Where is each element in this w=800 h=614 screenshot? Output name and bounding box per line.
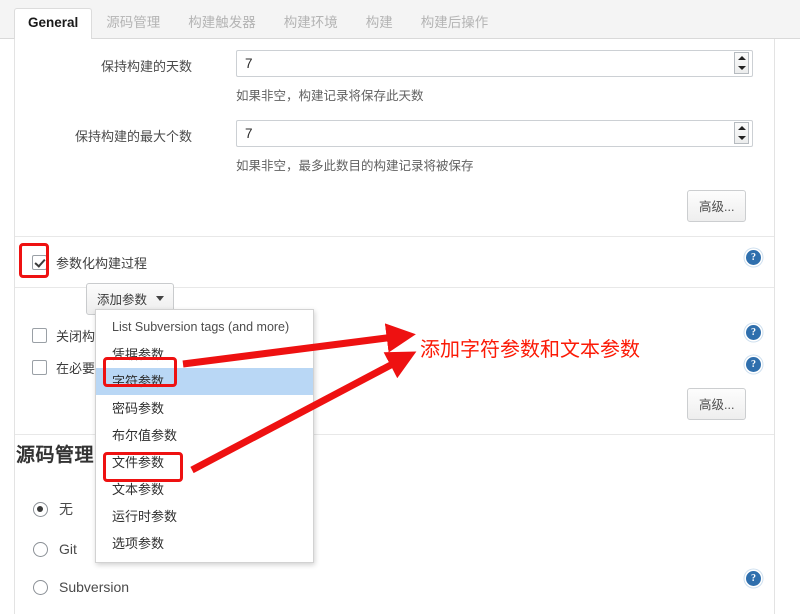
num-to-keep-label: 保持构建的最大个数	[74, 129, 192, 144]
days-to-keep-label: 保持构建的天数	[100, 59, 192, 74]
advanced-button-top[interactable]: 高级...	[687, 190, 747, 222]
tab-post-build-actions[interactable]: 构建后操作	[407, 8, 503, 39]
concurrent-build-label: 在必要	[56, 361, 96, 376]
tab-bar: General 源码管理 构建触发器 构建环境 构建 构建后操作	[0, 0, 800, 40]
days-to-keep-spinner-up[interactable]	[735, 53, 748, 63]
scm-option-none-row[interactable]: 无	[33, 499, 73, 519]
num-to-keep-spinner-down[interactable]	[735, 133, 748, 143]
scm-option-git-radio[interactable]	[33, 541, 48, 557]
days-to-keep-hint: 如果非空，构建记录将保存此天数	[236, 89, 424, 103]
scm-option-subversion-label: Subversion	[59, 579, 130, 595]
tab-build-environment[interactable]: 构建环境	[270, 8, 352, 39]
scm-section-title: 源码管理	[16, 445, 95, 466]
scm-option-subversion-radio[interactable]	[33, 579, 48, 595]
help-icon-disable-build[interactable]: ?	[746, 325, 761, 340]
chevron-down-icon	[156, 296, 165, 301]
disable-build-label: 关闭构	[56, 329, 96, 344]
parameterized-build-label: 参数化构建过程	[56, 256, 148, 271]
disable-build-checkbox[interactable]	[32, 328, 47, 343]
help-icon-concurrent-build[interactable]: ?	[746, 357, 761, 372]
add-parameter-menu[interactable]: List Subversion tags (and more) 凭据参数 字符参…	[95, 309, 314, 563]
menu-item-file-parameter[interactable]: 文件参数	[96, 449, 313, 476]
section-divider-1	[15, 236, 774, 237]
scm-option-none-radio[interactable]	[33, 501, 48, 517]
days-to-keep-spinner[interactable]	[734, 52, 749, 74]
scm-option-git-label: Git	[59, 541, 77, 557]
advanced-button-bottom[interactable]: 高级...	[687, 388, 747, 420]
menu-item-list-subversion-tags[interactable]: List Subversion tags (and more)	[96, 314, 313, 341]
help-icon-parameterized[interactable]: ?	[746, 250, 761, 265]
tab-build-label: 构建	[365, 15, 393, 30]
tab-build-triggers-label: 构建触发器	[188, 15, 256, 30]
disable-build-row[interactable]: 关闭构	[32, 326, 95, 345]
tab-build-triggers[interactable]: 构建触发器	[174, 8, 270, 39]
parameterized-build-checkbox[interactable]	[32, 255, 47, 270]
tab-scm[interactable]: 源码管理	[92, 8, 174, 39]
menu-item-credentials-parameter[interactable]: 凭据参数	[96, 341, 313, 368]
menu-item-password-parameter[interactable]: 密码参数	[96, 395, 313, 422]
concurrent-build-checkbox[interactable]	[32, 360, 47, 375]
days-to-keep-input[interactable]	[236, 50, 753, 77]
concurrent-build-row[interactable]: 在必要	[32, 358, 95, 377]
scm-option-git-row[interactable]: Git	[33, 541, 77, 557]
tab-scm-label: 源码管理	[106, 15, 161, 30]
help-icon-scm[interactable]: ?	[746, 571, 761, 586]
tab-post-build-actions-label: 构建后操作	[420, 15, 489, 30]
tab-list: General 源码管理 构建触发器 构建环境 构建 构建后操作	[14, 6, 503, 40]
scm-option-subversion-row[interactable]: Subversion	[33, 579, 129, 595]
menu-item-text-parameter[interactable]: 文本参数	[96, 476, 313, 503]
tab-build[interactable]: 构建	[352, 8, 407, 39]
tab-general[interactable]: General	[14, 8, 93, 40]
scm-option-none-label: 无	[59, 501, 73, 517]
days-to-keep-spinner-down[interactable]	[735, 63, 748, 73]
menu-item-string-parameter[interactable]: 字符参数	[96, 368, 313, 395]
num-to-keep-spinner-up[interactable]	[735, 123, 748, 133]
tab-build-environment-label: 构建环境	[283, 15, 338, 30]
tab-general-label: General	[28, 15, 79, 30]
menu-item-choice-parameter[interactable]: 选项参数	[96, 530, 313, 557]
menu-item-run-parameter[interactable]: 运行时参数	[96, 503, 313, 530]
add-parameter-button-label: 添加参数	[97, 293, 148, 307]
num-to-keep-spinner[interactable]	[734, 122, 749, 144]
num-to-keep-input[interactable]	[236, 120, 753, 147]
num-to-keep-hint: 如果非空，最多此数目的构建记录将被保存	[236, 159, 474, 173]
parameterized-build-row[interactable]: 参数化构建过程	[32, 253, 147, 272]
menu-item-boolean-parameter[interactable]: 布尔值参数	[96, 422, 313, 449]
